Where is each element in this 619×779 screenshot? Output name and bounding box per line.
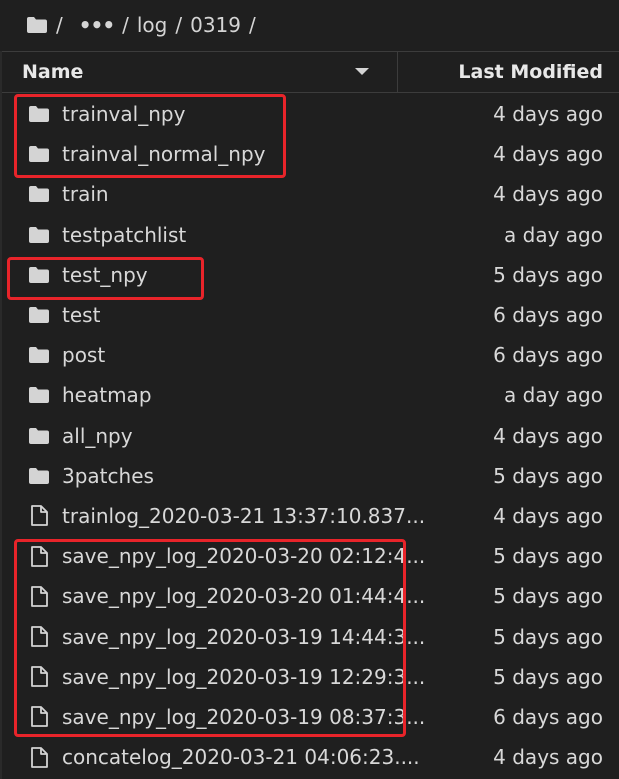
item-last-modified: 5 days ago [493,584,603,609]
item-name: concatelog_2020-03-21 04:06:23.... [62,745,420,770]
file-icon [28,545,50,567]
item-name: trainval_npy [62,102,186,127]
file-icon [28,666,50,688]
item-name: 3patches [62,463,154,488]
item-name: save_npy_log_2020-03-19 08:37:3... [62,704,426,729]
breadcrumb-separator: / [122,13,129,37]
folder-row[interactable]: heatmap a day ago [2,375,619,415]
file-row[interactable]: save_npy_log_2020-03-19 12:29:3... 5 days… [2,657,619,697]
folder-row[interactable]: trainval_normal_npy 4 days ago [2,134,619,174]
file-row[interactable]: save_npy_log_2020-03-19 08:37:3... 6 days… [2,697,619,737]
item-last-modified: 5 days ago [493,664,603,689]
item-last-modified: 6 days ago [493,303,603,328]
item-last-modified: 4 days ago [493,102,603,127]
item-name: save_npy_log_2020-03-19 14:44:3... [62,624,426,649]
file-icon [28,746,50,768]
item-last-modified: 6 days ago [493,343,603,368]
item-last-modified: 5 days ago [493,463,603,488]
folder-icon [28,345,50,365]
folder-icon [28,265,50,285]
item-last-modified: a day ago [504,222,603,247]
folder-icon [28,184,50,204]
name-column-header[interactable]: Name [2,52,398,92]
item-last-modified: a day ago [504,383,603,408]
column-header: Name Last Modified [2,51,619,93]
item-name: train [62,182,109,207]
breadcrumb: / ••• / log / 0319 / [0,0,619,50]
breadcrumb-root-separator[interactable]: / [56,13,63,37]
folder-row[interactable]: test 6 days ago [2,295,619,335]
breadcrumb-separator: / [249,13,256,37]
item-last-modified: 5 days ago [493,544,603,569]
folder-row[interactable]: test_npy 5 days ago [2,255,619,295]
folder-row[interactable]: trainval_npy 4 days ago [2,94,619,134]
breadcrumb-separator: / [175,13,183,37]
item-last-modified: 4 days ago [493,142,603,167]
item-name: test [62,303,101,328]
last-modified-column-header[interactable]: Last Modified [398,52,619,92]
file-row[interactable]: trainlog_2020-03-21 13:37:10.837... 4 day… [2,496,619,536]
folder-icon [28,385,50,405]
file-row[interactable]: concatelog_2020-03-21 04:06:23.... 4 days… [2,737,619,777]
file-list: trainval_npy 4 days ago trainval_normal_np… [2,94,619,777]
folder-row[interactable]: train 4 days ago [2,174,619,214]
item-last-modified: 4 days ago [493,745,603,770]
breadcrumb-log[interactable]: log [137,13,168,37]
last-modified-column-label: Last Modified [458,61,603,83]
item-last-modified: 4 days ago [493,503,603,528]
file-icon [28,626,50,647]
folder-icon[interactable] [26,16,48,34]
folder-icon [28,426,50,446]
name-column-label: Name [22,61,84,83]
item-name: post [62,343,106,368]
item-last-modified: 5 days ago [493,262,603,287]
breadcrumb-0319[interactable]: 0319 [190,13,241,37]
file-row[interactable]: save_npy_log_2020-03-20 01:44:4... 5 days… [2,576,619,616]
item-last-modified: 6 days ago [493,704,603,729]
item-last-modified: 4 days ago [493,423,603,448]
item-name: save_npy_log_2020-03-20 02:12:4... [62,544,426,569]
item-name: save_npy_log_2020-03-19 12:29:3... [62,664,426,689]
file-icon [28,505,50,527]
item-name: test_npy [62,262,148,287]
item-name: trainlog_2020-03-21 13:37:10.837... [62,503,426,528]
item-name: heatmap [62,383,152,408]
item-last-modified: 5 days ago [493,624,603,649]
folder-icon [28,225,50,245]
file-icon [28,585,50,607]
breadcrumb-ellipsis[interactable]: ••• [79,13,115,37]
file-row[interactable]: save_npy_log_2020-03-19 14:44:3... 5 days… [2,616,619,656]
folder-row[interactable]: testpatchlist a day ago [2,215,619,255]
folder-icon [28,466,50,486]
item-name: trainval_normal_npy [62,142,266,167]
folder-row[interactable]: post 6 days ago [2,335,619,375]
folder-icon [28,144,50,164]
item-name: all_npy [62,423,133,448]
item-name: save_npy_log_2020-03-20 01:44:4... [62,584,426,609]
folder-row[interactable]: 3patches 5 days ago [2,456,619,496]
file-row[interactable]: save_npy_log_2020-03-20 02:12:4... 5 days… [2,536,619,576]
folder-icon [28,305,50,325]
folder-row[interactable]: all_npy 4 days ago [2,416,619,456]
item-last-modified: 4 days ago [493,182,603,207]
sort-caret-down-icon[interactable] [355,68,369,75]
item-name: testpatchlist [62,222,187,247]
folder-icon [28,104,50,124]
file-icon [28,706,50,728]
